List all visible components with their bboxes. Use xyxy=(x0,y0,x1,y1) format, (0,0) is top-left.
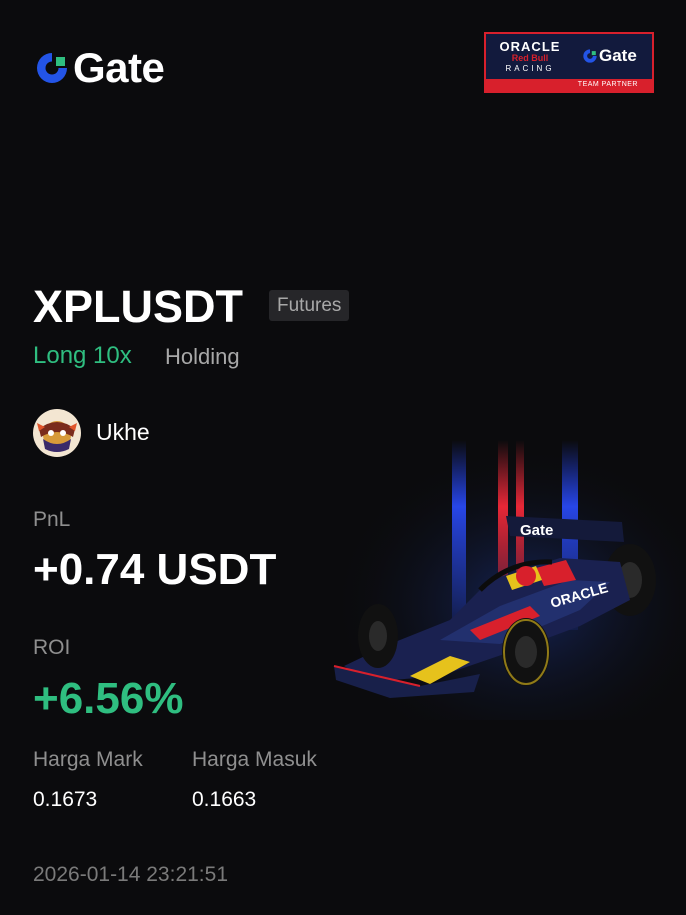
partner-line1: ORACLE xyxy=(499,39,561,54)
pnl-share-card: Gate ORACLE Red Bull RACING Gate TEAM PA… xyxy=(0,0,686,915)
partner-line3: RACING xyxy=(505,64,555,73)
mark-price-label: Harga Mark xyxy=(33,748,143,771)
partner-gate-logo: Gate xyxy=(582,46,637,66)
pnl-label: PnL xyxy=(33,508,71,531)
team-partner-badge: ORACLE Red Bull RACING Gate TEAM PARTNER xyxy=(484,32,654,93)
gate-logo: Gate xyxy=(34,44,165,91)
partner-strip: TEAM PARTNER xyxy=(486,79,652,91)
partner-line2: Red Bull xyxy=(511,53,549,63)
pnl-value: +0.74 USDT xyxy=(33,545,277,594)
entry-price-label: Harga Masuk xyxy=(192,748,317,771)
f1-racecar-image: Gate ORACLE xyxy=(330,430,686,720)
avatar-image xyxy=(33,409,81,457)
market-tag: Futures xyxy=(269,290,350,321)
brand-name: Gate xyxy=(73,44,165,91)
roi-value: +6.56% xyxy=(33,674,184,723)
avatar xyxy=(33,409,81,457)
timestamp: 2026-01-14 23:21:51 xyxy=(33,863,228,886)
position-side: Long 10x xyxy=(33,342,132,369)
mark-price-value: 0.1673 xyxy=(33,788,98,811)
position-status: Holding xyxy=(165,344,240,369)
username: Ukhe xyxy=(96,419,150,445)
svg-text:Gate: Gate xyxy=(520,522,553,539)
gate-logo-icon xyxy=(37,53,67,83)
gate-small-icon xyxy=(583,49,597,63)
trading-pair: XPLUSDT xyxy=(33,281,244,332)
roi-label: ROI xyxy=(33,636,71,659)
oracle-redbull-logo: ORACLE Red Bull RACING xyxy=(492,40,568,74)
partner-brand: Gate xyxy=(599,46,637,65)
entry-price-value: 0.1663 xyxy=(192,788,257,811)
